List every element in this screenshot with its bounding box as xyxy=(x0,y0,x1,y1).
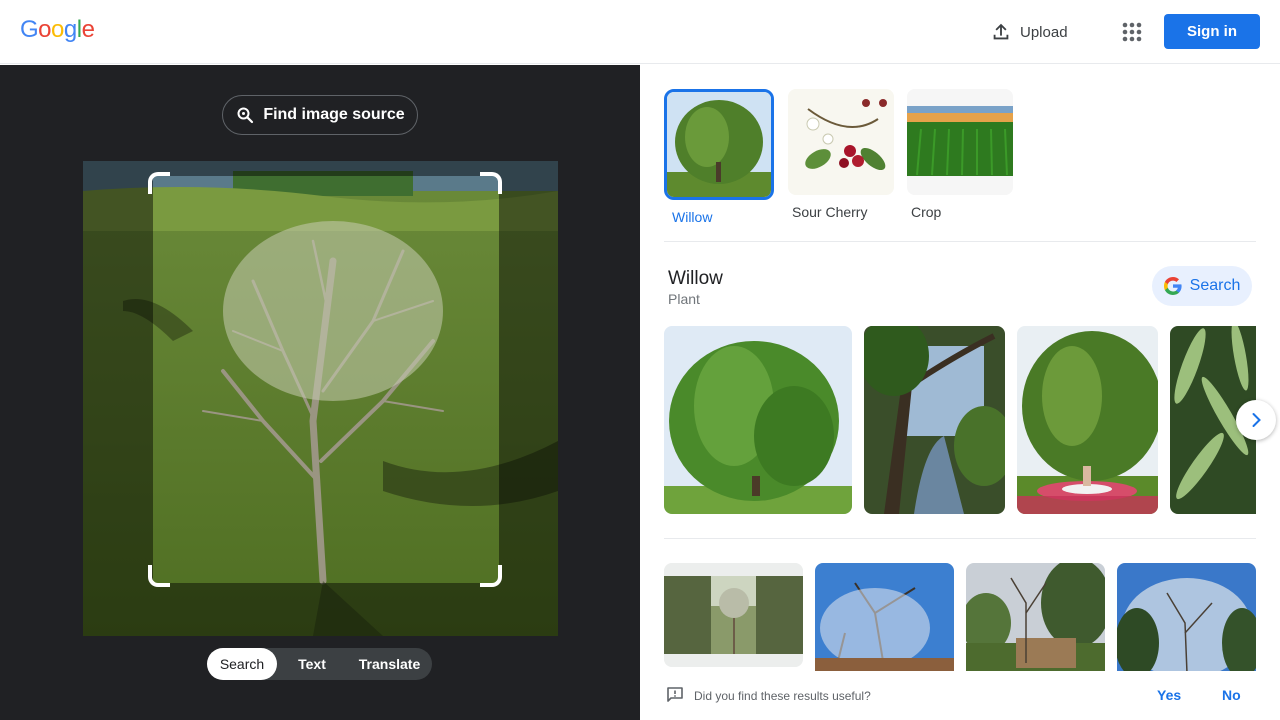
apps-grid-icon[interactable] xyxy=(1118,18,1146,46)
chevron-right-icon xyxy=(1252,413,1261,427)
crop-dim-right xyxy=(499,176,558,583)
entity-subtitle: Plant xyxy=(668,291,700,307)
chip-label: Crop xyxy=(911,204,942,220)
logo-letter: e xyxy=(81,16,95,43)
mode-text[interactable]: Text xyxy=(277,648,347,680)
google-search-label: Search xyxy=(1189,277,1241,294)
google-logo[interactable]: Google xyxy=(20,16,95,44)
crop-handle-bottom-left[interactable] xyxy=(148,565,170,587)
upload-label: Upload xyxy=(1020,23,1068,41)
feedback-icon xyxy=(667,687,683,702)
results-panel: Willow Sour Cherry Crop Willow Plant Sea… xyxy=(640,65,1280,720)
chip-thumbnail xyxy=(788,89,894,195)
crop-dim-left xyxy=(83,176,153,583)
entity-chip-crop[interactable]: Crop xyxy=(907,89,1017,220)
logo-letter: G xyxy=(20,16,39,43)
feedback-no-button[interactable]: No xyxy=(1222,687,1241,703)
crop-handle-top-right[interactable] xyxy=(480,172,502,194)
visual-match-image[interactable] xyxy=(1117,563,1256,673)
next-arrow-button[interactable] xyxy=(1236,400,1276,440)
crop-handle-bottom-right[interactable] xyxy=(480,565,502,587)
query-image[interactable] xyxy=(83,161,558,636)
find-image-source-button[interactable]: Find image source xyxy=(222,95,418,135)
chip-thumbnail xyxy=(907,89,1013,195)
upload-button[interactable]: Upload xyxy=(990,18,1068,46)
chip-label: Sour Cherry xyxy=(792,204,868,220)
mode-search[interactable]: Search xyxy=(207,648,277,680)
divider xyxy=(664,241,1256,242)
visual-match-image[interactable] xyxy=(966,563,1105,673)
logo-letter: o xyxy=(38,16,52,43)
google-g-icon xyxy=(1163,277,1182,295)
feedback-bar: Did you find these results useful? Yes N… xyxy=(640,671,1280,720)
lens-search-icon xyxy=(237,107,254,124)
entity-image[interactable] xyxy=(864,326,1005,514)
chip-thumbnail xyxy=(664,89,774,200)
divider xyxy=(664,538,1256,539)
logo-letter: o xyxy=(51,16,64,43)
crop-handle-top-left[interactable] xyxy=(148,172,170,194)
google-search-button[interactable]: Search xyxy=(1152,266,1252,306)
logo-letter: g xyxy=(63,16,77,43)
lens-image-panel: Find image source Search Text Translate xyxy=(0,65,640,720)
visual-match-image[interactable] xyxy=(664,563,803,667)
sign-in-button[interactable]: Sign in xyxy=(1164,14,1260,49)
find-image-source-label: Find image source xyxy=(263,106,405,123)
feedback-yes-button[interactable]: Yes xyxy=(1157,687,1181,703)
entity-chip-willow[interactable]: Willow xyxy=(664,89,774,225)
visual-match-image[interactable] xyxy=(815,563,954,673)
mode-translate[interactable]: Translate xyxy=(347,648,432,680)
feedback-question: Did you find these results useful? xyxy=(694,689,871,703)
upload-icon xyxy=(993,23,1009,40)
entity-image[interactable] xyxy=(1017,326,1158,514)
entity-chip-sour-cherry[interactable]: Sour Cherry xyxy=(788,89,898,220)
entity-title: Willow xyxy=(668,268,723,289)
chip-label: Willow xyxy=(672,209,713,225)
entity-image[interactable] xyxy=(664,326,852,514)
lens-mode-switcher: Search Text Translate xyxy=(207,648,432,680)
crop-dim-bottom xyxy=(83,583,558,636)
top-bar: Google Upload Sign in xyxy=(0,0,1280,64)
